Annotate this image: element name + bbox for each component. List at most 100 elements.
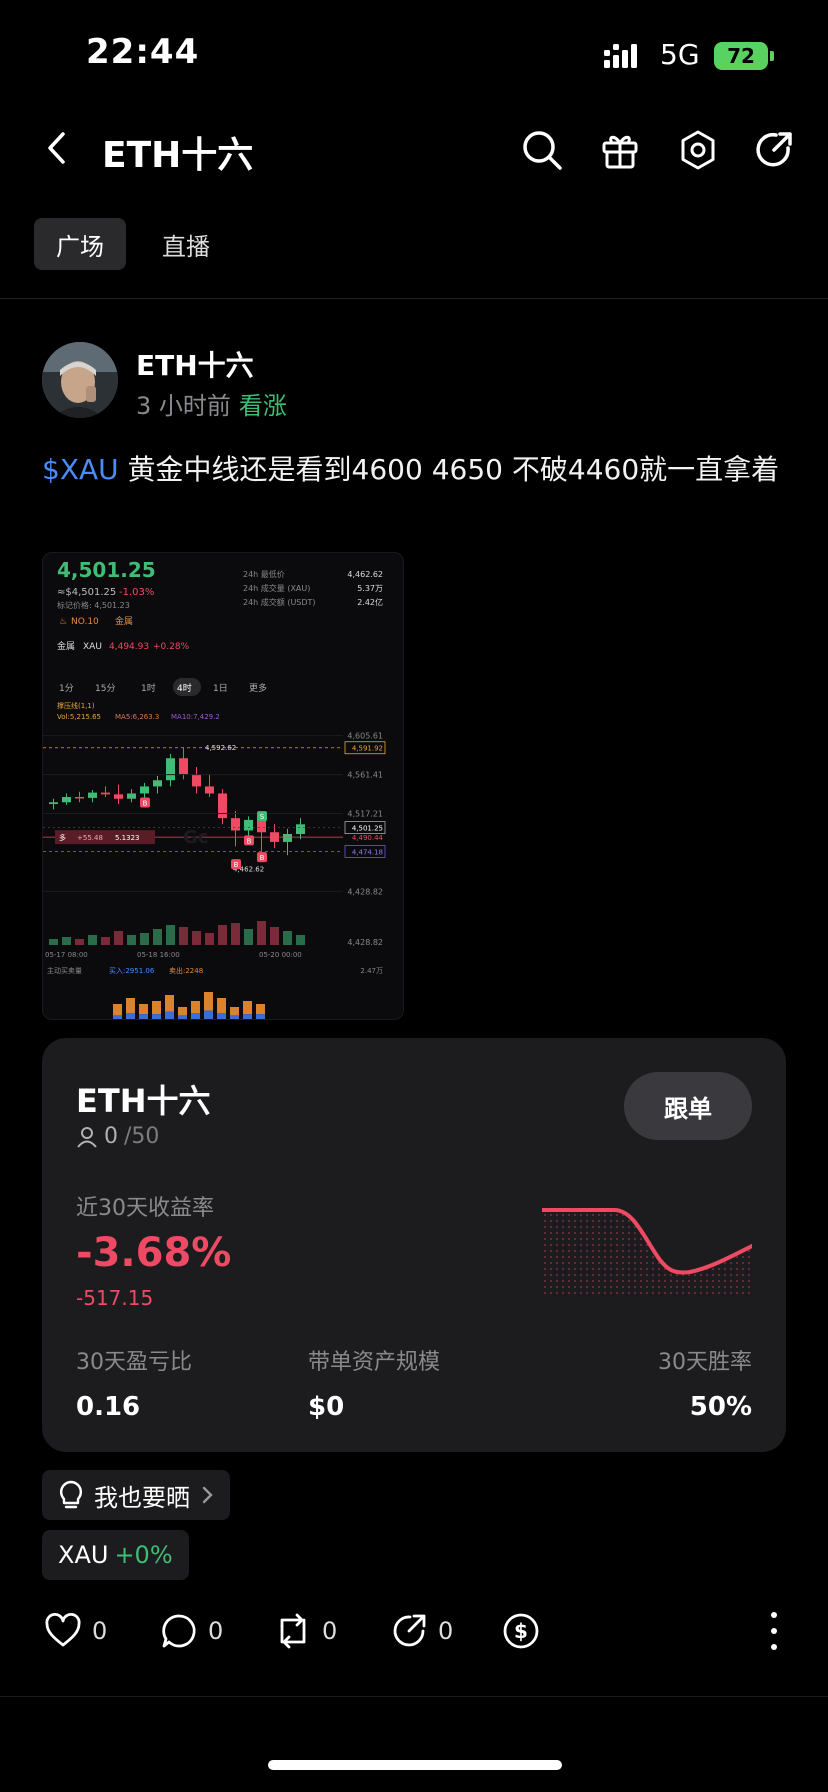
follow-trade-button[interactable]: 跟单: [624, 1072, 752, 1140]
support-label: 4,474.18: [352, 848, 383, 856]
flow-buy-bar: [243, 1014, 252, 1019]
dollar-coin-icon: $: [503, 1613, 539, 1649]
share-trade-pill[interactable]: 我也要晒: [42, 1470, 230, 1520]
stat-aum: 带单资产规模 $0: [308, 1344, 440, 1422]
tip-button[interactable]: $: [502, 1612, 540, 1650]
chart-stat-label: 24h 成交额 (USDT): [243, 597, 316, 607]
battery-level: 72: [727, 44, 755, 68]
repost-icon: [280, 1613, 306, 1649]
search-icon[interactable]: [520, 128, 564, 172]
avatar-portrait: [42, 342, 118, 418]
flow-buy-bar: [165, 1011, 174, 1019]
tab-plaza[interactable]: 广场: [34, 218, 126, 270]
divider: [0, 1696, 828, 1697]
dot: [771, 1644, 777, 1650]
flow-buy-bar: [152, 1014, 161, 1019]
share-post-button[interactable]: 0: [390, 1612, 453, 1650]
repost-button[interactable]: 0: [274, 1612, 337, 1650]
ticker-change: +0%: [114, 1541, 173, 1569]
volume-bar: [153, 929, 162, 945]
chart-ma10: MA10:7,429.2: [171, 713, 220, 721]
stat-win-rate: 30天胜率 50%: [658, 1344, 752, 1422]
flow-buy-bar: [217, 1013, 226, 1019]
divider: [0, 298, 828, 299]
user-icon: [77, 1126, 97, 1148]
lightbulb-icon: [59, 1480, 83, 1509]
settings-icon[interactable]: [676, 128, 720, 172]
chart-levels: 4,591.92 4,592.62 4,501.254,490.44 4,474.18…: [43, 741, 386, 874]
chart-rank: NO.10: [71, 617, 99, 627]
chart-stat-value: 4,462.62: [347, 570, 383, 579]
chevron-right-icon: [202, 1486, 213, 1504]
chart-candles: [49, 747, 305, 863]
timeframe-label: 1时: [141, 682, 156, 694]
like-count: 0: [92, 1617, 108, 1645]
x-axis-label: 05-17 08:00: [45, 951, 88, 959]
post-text: $XAU 黄金中线还是看到4600 4650 不破4460就一直拿着: [42, 446, 798, 494]
flow-sell-bar: [256, 1004, 265, 1015]
gift-icon[interactable]: [598, 128, 642, 172]
volume-bar: [257, 921, 266, 945]
current-label: 4,501.25: [352, 825, 383, 833]
avatar[interactable]: [42, 342, 118, 418]
chart-approx-price: ≈$4,501.25: [57, 587, 116, 598]
tab-live[interactable]: 直播: [140, 218, 232, 270]
flow-buy-bar: [126, 1013, 135, 1019]
battery-tip: [770, 51, 774, 61]
comment-button[interactable]: 0: [160, 1612, 223, 1650]
chart-flow: 主动买卖量 买入:2951.06 卖出:2248 2.47万: [47, 966, 383, 1019]
candle-body: [257, 819, 266, 833]
flow-sell-bar: [204, 992, 213, 1011]
chart-related-symbol: XAU: [83, 642, 102, 652]
price-axis-label: 4,605.61: [347, 732, 383, 741]
chart-related-change: +0.28%: [153, 642, 190, 652]
buy-marker-label: B: [247, 837, 252, 845]
timeframe-label: 4时: [177, 682, 192, 694]
flow-total: 2.47万: [360, 967, 383, 975]
flow-sell-bar: [178, 1007, 187, 1016]
comment-icon: [162, 1614, 196, 1648]
battery-icon: 72: [714, 42, 768, 70]
chart-vol: Vol:5,215.65: [57, 713, 101, 721]
volume-bar: [88, 935, 97, 945]
feed-tabs: 广场 直播: [34, 218, 232, 270]
share-icon[interactable]: [752, 128, 796, 172]
flow-sell-bar: [191, 1001, 200, 1013]
comment-count: 0: [208, 1617, 224, 1645]
ticker-link[interactable]: $XAU: [42, 453, 119, 486]
back-button[interactable]: [36, 126, 76, 170]
timeframe-label: 更多: [249, 682, 267, 694]
roi-value: -3.68%: [76, 1230, 232, 1276]
post-meta: 3 小时前 看涨: [136, 386, 287, 421]
stat-label: 30天盈亏比: [76, 1350, 192, 1375]
timeframe-label: 1日: [213, 683, 228, 694]
dot: [771, 1628, 777, 1634]
candle-body: [283, 834, 292, 842]
candle-body: [218, 793, 227, 819]
sentiment-badge: 看涨: [238, 392, 287, 420]
timeframe-label: 1分: [59, 683, 74, 694]
post-chart-image[interactable]: 4,501.25 ≈$4,501.25 -1.03% 标记价格: 4,501.2…: [42, 552, 404, 1020]
post-actions: 0 0 0 0 $: [0, 1604, 828, 1656]
stat-profit-loss-ratio: 30天盈亏比 0.16: [76, 1344, 192, 1422]
ticker-pill[interactable]: XAU +0%: [42, 1530, 189, 1580]
repost-count: 0: [322, 1617, 338, 1645]
flow-buy-bar: [178, 1015, 187, 1019]
flow-sell-bar: [165, 995, 174, 1012]
volume-bar: [114, 931, 123, 945]
candle-body: [153, 780, 162, 787]
followers-value: 0: [104, 1124, 118, 1149]
flow-buy-bar: [256, 1014, 265, 1019]
position-side: 多: [59, 833, 66, 842]
like-button[interactable]: 0: [44, 1612, 107, 1650]
svg-text:$: $: [514, 1619, 528, 1643]
copy-trade-card[interactable]: ETH十六 0/50 跟单 近30天收益率 -3.68% -517.15 30天…: [42, 1038, 786, 1452]
chart-watermark: Gc: [183, 827, 208, 848]
flow-sell-bar: [113, 1004, 122, 1016]
post-time: 3 小时前: [136, 392, 231, 420]
flow-buy-bar: [191, 1013, 200, 1019]
author-name[interactable]: ETH十六: [136, 344, 254, 384]
chart-indicator: 撑压线(1,1): [57, 701, 95, 710]
more-options-button[interactable]: [764, 1612, 784, 1650]
home-indicator[interactable]: [268, 1760, 562, 1770]
